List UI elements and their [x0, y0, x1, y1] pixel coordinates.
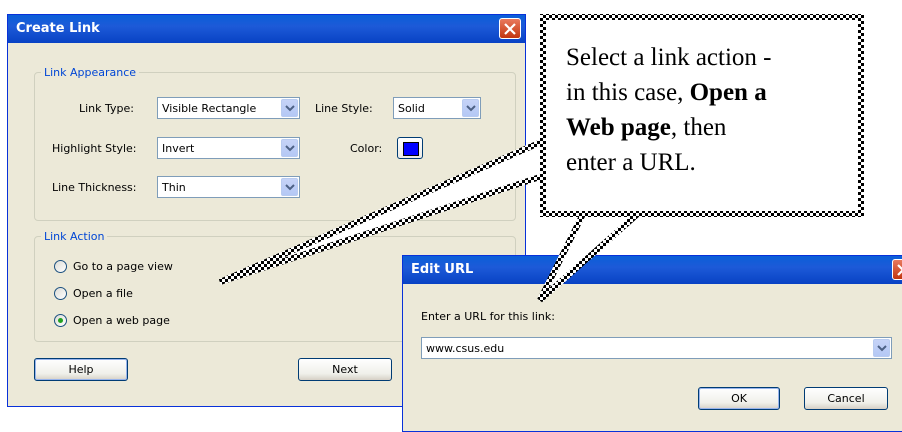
edit-url-title: Edit URL: [411, 262, 474, 277]
radio-label: Go to a page view: [73, 260, 173, 273]
chevron-down-icon[interactable]: [873, 339, 890, 357]
chevron-down-icon[interactable]: [462, 99, 479, 117]
line-thickness-label: Line Thickness:: [52, 181, 137, 194]
line-thickness-value: Thin: [162, 181, 186, 194]
url-input[interactable]: www.csus.edu: [421, 337, 892, 359]
radio-label: Open a file: [73, 287, 133, 300]
link-appearance-legend: Link Appearance: [44, 66, 137, 79]
chevron-down-icon[interactable]: [281, 99, 298, 117]
ok-button[interactable]: OK: [698, 387, 780, 410]
chevron-down-icon[interactable]: [281, 139, 298, 157]
highlight-style-label: Highlight Style:: [52, 142, 137, 155]
cancel-button[interactable]: Cancel: [804, 387, 888, 410]
highlight-style-select[interactable]: Invert: [157, 137, 300, 159]
link-type-select[interactable]: Visible Rectangle: [157, 97, 300, 119]
close-icon: [504, 23, 516, 35]
link-type-label: Link Type:: [79, 102, 134, 115]
callout-text: Select a link action - in this case, Ope…: [566, 40, 846, 180]
radio-open-file[interactable]: Open a file: [54, 286, 194, 302]
line-style-label: Line Style:: [315, 102, 373, 115]
radio-button[interactable]: [54, 287, 67, 300]
radio-open-web-page[interactable]: Open a web page: [54, 313, 194, 329]
close-icon: [897, 264, 902, 276]
line-thickness-select[interactable]: Thin: [157, 176, 300, 198]
link-action-legend: Link Action: [44, 230, 105, 243]
edit-url-dialog: Edit URL Enter a URL for this link: www.…: [402, 255, 902, 432]
chevron-down-icon[interactable]: [281, 178, 298, 196]
line-style-value: Solid: [398, 102, 425, 115]
callout-line-2-pre: in this case,: [566, 79, 690, 106]
highlight-style-value: Invert: [162, 142, 195, 155]
callout-line-3-bold: Web page: [566, 114, 671, 141]
url-prompt-label: Enter a URL for this link:: [421, 310, 555, 323]
color-label: Color:: [350, 142, 383, 155]
color-swatch: [403, 142, 419, 156]
edit-url-titlebar[interactable]: Edit URL: [403, 256, 902, 284]
radio-label: Open a web page: [73, 314, 170, 327]
callout-line-3-post: , then: [670, 114, 727, 141]
help-button[interactable]: Help: [34, 358, 128, 381]
color-picker-button[interactable]: [397, 137, 423, 159]
close-button[interactable]: [499, 18, 521, 39]
close-button[interactable]: [892, 259, 902, 280]
radio-button[interactable]: [54, 260, 67, 273]
callout-line-4: enter a URL.: [566, 149, 696, 176]
radio-selected-indicator: [58, 318, 63, 323]
line-style-select[interactable]: Solid: [393, 97, 481, 119]
create-link-titlebar[interactable]: Create Link: [8, 15, 525, 43]
radio-button-selected[interactable]: [54, 314, 67, 327]
url-input-value: www.csus.edu: [426, 342, 505, 355]
link-type-value: Visible Rectangle: [162, 102, 257, 115]
radio-go-to-page-view[interactable]: Go to a page view: [54, 259, 194, 275]
create-link-title: Create Link: [16, 21, 100, 36]
callout-line-1: Select a link action -: [566, 44, 772, 71]
next-button[interactable]: Next: [298, 358, 392, 381]
callout-line-2-bold: Open a: [689, 79, 767, 106]
